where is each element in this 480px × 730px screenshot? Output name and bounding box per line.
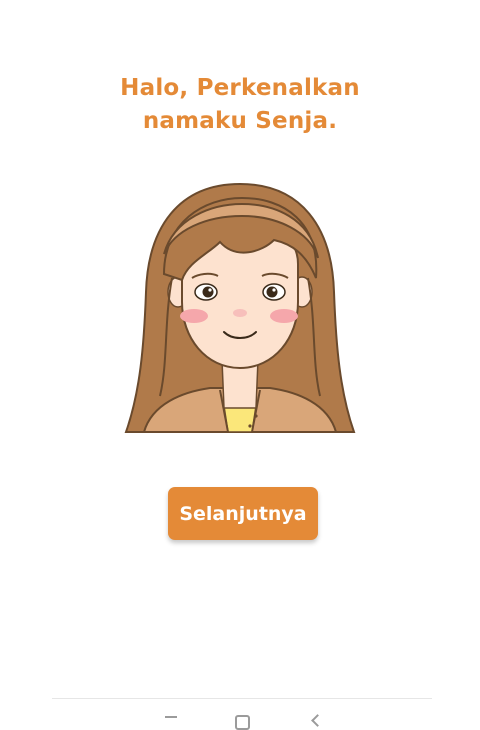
home-icon[interactable] <box>234 713 250 730</box>
system-nav-bar <box>0 699 480 730</box>
greeting-title: Halo, Perkenalkan namaku Senja. <box>0 72 480 138</box>
intro-screen: Halo, Perkenalkan namaku Senja. Selanjut… <box>0 0 480 730</box>
senja-avatar <box>124 182 356 434</box>
next-button[interactable]: Selanjutnya <box>168 487 318 540</box>
greeting-line-1: Halo, Perkenalkan <box>120 75 360 101</box>
back-icon[interactable] <box>308 713 324 729</box>
recents-icon[interactable] <box>164 713 180 729</box>
greeting-line-2: namaku Senja. <box>142 108 338 134</box>
